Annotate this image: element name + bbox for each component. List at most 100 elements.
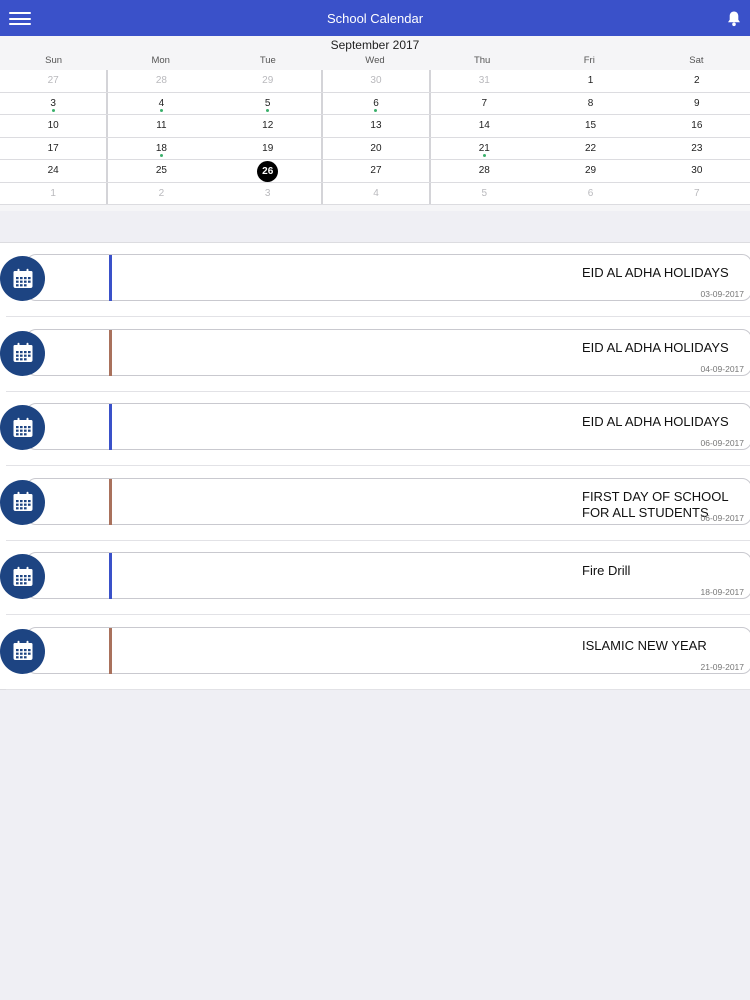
calendar-day[interactable]: 12: [215, 115, 323, 137]
calendar-day[interactable]: 5: [215, 92, 323, 114]
calendar-day-number: 2: [158, 187, 165, 199]
dow-sat: Sat: [689, 55, 704, 66]
dow-fri: Fri: [583, 55, 595, 66]
event-list-item[interactable]: ISLAMIC NEW YEAR 21-09-2017: [0, 616, 750, 690]
calendar-day-number: 20: [370, 142, 382, 154]
calendar-day-number: 19: [262, 142, 274, 154]
calendar-day-number: 28: [478, 165, 490, 176]
calendar-day[interactable]: 30: [323, 70, 432, 92]
days-of-week-row: Sun Mon Tue Wed Thu Fri Sat: [0, 54, 750, 68]
event-title: EID AL ADHA HOLIDAYS: [582, 265, 729, 280]
calendar-day-number: 28: [155, 75, 167, 86]
month-label: September 2017: [330, 38, 420, 52]
calendar-day-number: 23: [691, 142, 703, 154]
calendar-day-number: 6: [587, 187, 594, 199]
calendar-day-number: 11: [156, 120, 167, 131]
calendar-day[interactable]: 14: [431, 115, 537, 137]
calendar-day[interactable]: 6: [323, 92, 432, 114]
calendar-day-number: 24: [47, 165, 59, 176]
calendar-day[interactable]: 3: [0, 92, 109, 114]
calendar-day-number: 4: [158, 97, 165, 109]
calendar-day[interactable]: 23: [644, 138, 750, 160]
calendar-day-number: 18: [155, 142, 167, 154]
calendar-day[interactable]: 27: [0, 70, 109, 92]
event-accent-bar: [109, 478, 112, 525]
event-date: 06-09-2017: [700, 438, 744, 448]
calendar-day[interactable]: 22: [537, 138, 643, 160]
calendar-day[interactable]: 8: [537, 93, 643, 115]
event-list-item[interactable]: FIRST DAY OF SCHOOL FOR ALL STUDENTS 06-0…: [0, 467, 750, 541]
event-list-item[interactable]: EID AL ADHA HOLIDAYS 03-09-2017: [0, 243, 750, 317]
calendar-icon: [0, 405, 45, 450]
calendar-day-number: 5: [481, 187, 488, 199]
calendar-day[interactable]: 2: [644, 70, 750, 92]
calendar-day[interactable]: 15: [537, 115, 643, 137]
calendar-day[interactable]: 1: [537, 70, 643, 92]
event-list-item[interactable]: EID AL ADHA HOLIDAYS 04-09-2017: [0, 318, 750, 392]
calendar-day[interactable]: 7: [644, 183, 750, 205]
calendar-day-number: 7: [481, 97, 488, 109]
calendar-day-selected[interactable]: 26: [215, 160, 323, 182]
event-title: Fire Drill: [582, 563, 631, 578]
calendar-day[interactable]: 20: [323, 137, 432, 159]
calendar-day-number: 22: [584, 142, 597, 154]
calendar-day-number: 15: [584, 120, 597, 131]
event-accent-bar: [109, 404, 112, 450]
calendar-day-number: 3: [264, 187, 271, 199]
calendar-icon: [0, 628, 45, 674]
calendar-day[interactable]: 19: [215, 137, 323, 159]
calendar-icon: [0, 330, 45, 376]
event-accent-bar: [109, 329, 112, 376]
calendar-day-number: 30: [691, 165, 703, 176]
calendar-day[interactable]: 4: [323, 182, 432, 204]
calendar-day[interactable]: 30: [644, 160, 750, 182]
calendar-day-number: 7: [694, 187, 700, 199]
event-list-item[interactable]: Fire Drill 18-09-2017: [0, 541, 750, 615]
calendar-day-number: 6: [373, 97, 379, 109]
calendar-week-row: 27 28 29 30 31 1 2: [0, 70, 750, 93]
calendar-day-number: 4: [373, 187, 379, 199]
calendar-day[interactable]: 13: [323, 115, 432, 137]
bell-icon[interactable]: [726, 10, 742, 27]
calendar-day-number: 29: [584, 165, 597, 176]
calendar-day[interactable]: 6: [537, 183, 643, 205]
calendar-day[interactable]: 18: [108, 138, 214, 160]
calendar-day[interactable]: 24: [0, 160, 109, 182]
calendar-day[interactable]: 3: [215, 182, 323, 204]
calendar-day-number: 29: [262, 75, 274, 86]
event-list-item[interactable]: EID AL ADHA HOLIDAYS 06-09-2017: [0, 392, 750, 466]
calendar-day[interactable]: 5: [431, 183, 537, 205]
event-title: EID AL ADHA HOLIDAYS: [582, 339, 729, 355]
calendar-day[interactable]: 21: [431, 138, 537, 160]
calendar-day-number: 17: [47, 142, 59, 154]
calendar-day-number: 8: [587, 97, 594, 109]
event-accent-bar: [109, 553, 112, 599]
calendar-day[interactable]: 9: [644, 93, 750, 115]
calendar-day[interactable]: 28: [431, 160, 537, 182]
calendar-day[interactable]: 7: [431, 93, 537, 115]
calendar-day-number: 21: [478, 142, 490, 154]
calendar-day[interactable]: 4: [108, 93, 214, 115]
calendar-icon: [0, 479, 45, 525]
calendar-day[interactable]: 10: [0, 115, 109, 137]
calendar-day[interactable]: 11: [108, 115, 214, 137]
calendar-day[interactable]: 16: [644, 115, 750, 137]
calendar-day-number: 30: [370, 75, 382, 86]
calendar-day[interactable]: 17: [0, 137, 109, 159]
calendar-day[interactable]: 1: [0, 182, 109, 204]
calendar-day-number: 9: [694, 97, 700, 109]
calendar-week-row: 17 18 19 20 21 22 23: [0, 137, 750, 160]
calendar-day[interactable]: 29: [215, 70, 323, 92]
calendar-day-number: 27: [370, 165, 382, 176]
event-accent-bar: [109, 627, 112, 674]
calendar-day[interactable]: 2: [108, 183, 214, 205]
calendar-day-number: 10: [47, 120, 59, 131]
calendar-day[interactable]: 31: [431, 70, 537, 92]
calendar-day[interactable]: 27: [323, 160, 432, 182]
calendar-day[interactable]: 25: [108, 160, 214, 182]
hamburger-menu-icon[interactable]: [9, 12, 31, 25]
dow-thu: Thu: [473, 55, 491, 66]
event-title: EID AL ADHA HOLIDAYS: [582, 414, 729, 429]
calendar-day[interactable]: 28: [108, 70, 214, 92]
calendar-day[interactable]: 29: [537, 160, 643, 182]
